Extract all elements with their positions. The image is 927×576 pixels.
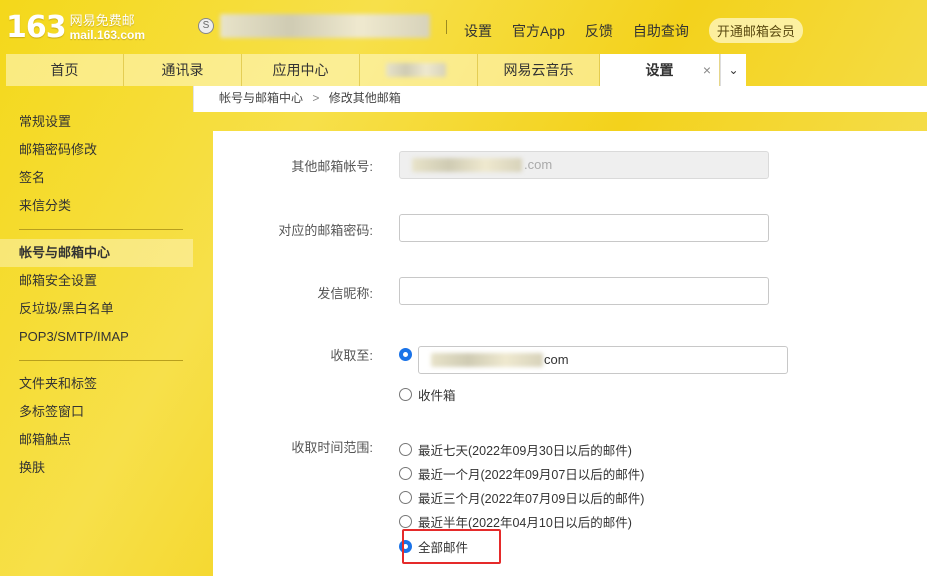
close-icon[interactable]: × [703, 54, 711, 86]
divider [446, 20, 447, 34]
top-links: 设置 官方App 反馈 自助查询 开通邮箱会员 [464, 18, 803, 43]
radio-button[interactable] [399, 467, 412, 480]
breadcrumb-parent[interactable]: 帐号与邮箱中心 [219, 91, 303, 105]
form-panel: 其他邮箱帐号: .com 对应的邮箱密码: 发信昵称: 收取至: com 收件箱… [213, 131, 927, 576]
password-field[interactable] [399, 214, 769, 242]
sidebar-item-mail-rules[interactable]: 来信分类 [0, 192, 193, 220]
logo-cn: 网易免费邮 [69, 12, 135, 28]
range-option-label: 最近一个月(2022年09月07日以后的邮件) [418, 468, 645, 482]
tab-label-blurred [386, 63, 446, 77]
nickname-field[interactable] [399, 277, 769, 305]
range-option-7days[interactable]: 最近七天(2022年09月30日以后的邮件) [399, 440, 632, 459]
sidebar-item-antispam[interactable]: 反垃圾/黑白名单 [0, 295, 193, 323]
sidebar-item-multitab[interactable]: 多标签窗口 [0, 398, 193, 426]
sidebar-divider [19, 360, 183, 361]
account-field: .com [399, 151, 769, 179]
receive-to-custom-option[interactable] [399, 348, 418, 361]
highlight-box [402, 529, 501, 564]
header: 163 网易免费邮 mail.163.com S 设置 官方App 反馈 自助查… [0, 0, 927, 86]
tab-contacts[interactable]: 通讯录 [124, 54, 242, 86]
tab-settings[interactable]: 设置 × [600, 54, 720, 86]
radio-button[interactable] [399, 443, 412, 456]
sidebar-item-skin[interactable]: 换肤 [0, 454, 193, 482]
sidebar-item-security[interactable]: 邮箱安全设置 [0, 267, 193, 295]
tab-bar: 首页 通讯录 应用中心 网易云音乐 设置 × ⌄ [6, 54, 746, 86]
inbox-option[interactable]: 收件箱 [399, 385, 456, 404]
tab-netease-music[interactable]: 网易云音乐 [478, 54, 600, 86]
breadcrumb-current: 修改其他邮箱 [328, 91, 401, 105]
breadcrumb: 帐号与邮箱中心 > 修改其他邮箱 [193, 86, 927, 112]
nickname-label: 发信昵称: [317, 286, 373, 301]
account-suffix: .com [524, 157, 553, 172]
range-label: 收取时间范围: [291, 440, 373, 455]
main-content: 帐号与邮箱中心 > 修改其他邮箱 其他邮箱帐号: .com 对应的邮箱密码: 发… [193, 86, 927, 576]
radio-button[interactable] [399, 348, 412, 361]
feedback-link[interactable]: 反馈 [585, 21, 613, 41]
inbox-option-label: 收件箱 [418, 389, 456, 403]
self-service-link[interactable]: 自助查询 [633, 21, 689, 41]
radio-button[interactable] [399, 491, 412, 504]
receive-to-label: 收取至: [330, 348, 373, 363]
tab-apps[interactable]: 应用中心 [242, 54, 360, 86]
account-label: 其他邮箱帐号: [291, 159, 373, 174]
sidebar-item-pop3[interactable]: POP3/SMTP/IMAP [0, 323, 193, 351]
logo-en: mail.163.com [69, 27, 145, 42]
breadcrumb-separator: > [312, 91, 320, 105]
range-option-label: 最近七天(2022年09月30日以后的邮件) [418, 444, 632, 458]
sidebar-item-password[interactable]: 邮箱密码修改 [0, 136, 193, 164]
range-option-1month[interactable]: 最近一个月(2022年09月07日以后的邮件) [399, 464, 644, 483]
sidebar-item-signature[interactable]: 签名 [0, 164, 193, 192]
range-option-label: 最近三个月(2022年07月09日以后的邮件) [418, 492, 645, 506]
sidebar: 常规设置 邮箱密码修改 签名 来信分类 帐号与邮箱中心 邮箱安全设置 反垃圾/黑… [0, 86, 193, 576]
sidebar-item-account-center[interactable]: 帐号与邮箱中心 [0, 239, 193, 267]
tab-settings-label: 设置 [645, 62, 674, 78]
sidebar-item-folders[interactable]: 文件夹和标签 [0, 370, 193, 398]
chevron-down-icon[interactable]: ⌄ [720, 54, 746, 86]
radio-button[interactable] [399, 388, 412, 401]
logo-number: 163 [6, 10, 67, 45]
range-option-3months[interactable]: 最近三个月(2022年07月09日以后的邮件) [399, 488, 644, 507]
receive-to-suffix: com [544, 352, 569, 367]
password-label: 对应的邮箱密码: [278, 223, 373, 238]
app-link[interactable]: 官方App [512, 21, 565, 41]
vip-button[interactable]: 开通邮箱会员 [708, 18, 803, 43]
account-blurred [412, 158, 522, 172]
sidebar-item-touchpoint[interactable]: 邮箱触点 [0, 426, 193, 454]
sidebar-item-general[interactable]: 常规设置 [0, 108, 193, 136]
radio-button[interactable] [399, 515, 412, 528]
logo[interactable]: 163 网易免费邮 mail.163.com [6, 10, 145, 45]
receive-to-blurred [431, 353, 543, 367]
username-blurred [220, 14, 430, 38]
sidebar-divider [19, 229, 183, 230]
tab-blurred[interactable] [360, 54, 478, 86]
coin-icon[interactable]: S [198, 18, 214, 34]
tab-home[interactable]: 首页 [6, 54, 124, 86]
settings-link[interactable]: 设置 [464, 21, 492, 41]
receive-to-field[interactable]: com [418, 346, 788, 374]
logo-text: 网易免费邮 mail.163.com [70, 13, 145, 43]
